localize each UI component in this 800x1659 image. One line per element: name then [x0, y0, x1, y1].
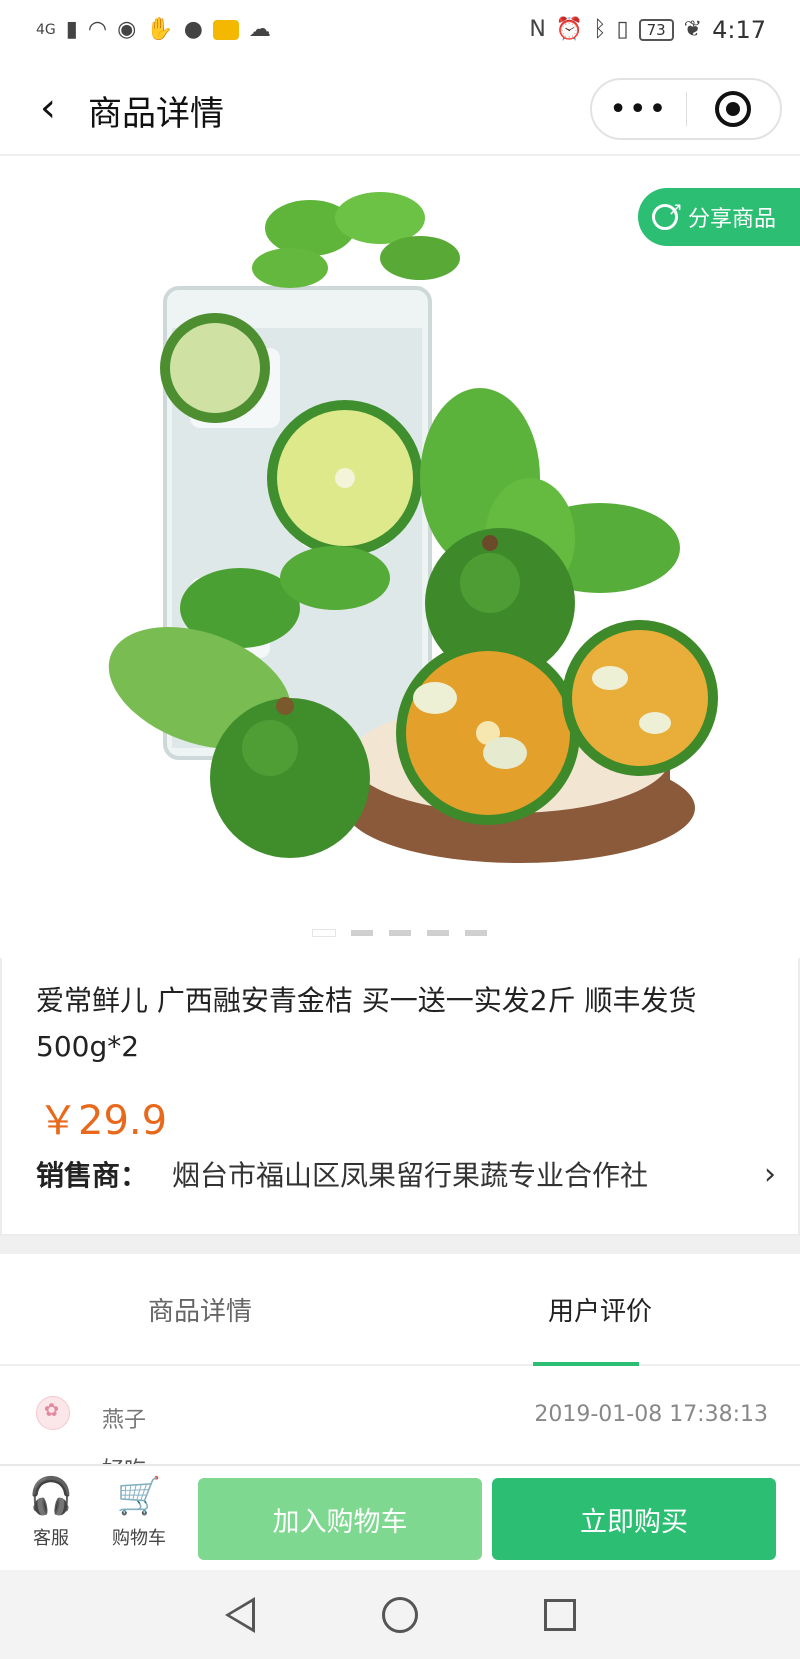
carousel-dot[interactable] [465, 930, 487, 936]
chat-icon: ● [183, 17, 203, 42]
add-to-cart-button[interactable]: 加入购物车 [198, 1478, 482, 1560]
section-divider [0, 1236, 800, 1254]
system-home-button[interactable] [380, 1595, 420, 1635]
tab-product-details[interactable]: 商品详情 [0, 1254, 400, 1364]
battery-indicator: 73 [638, 19, 674, 41]
share-product-button[interactable]: 分享商品 [638, 188, 800, 246]
hand-icon: ✋ [146, 17, 174, 42]
vibrate-icon: ▯ [616, 17, 629, 42]
status-left: 4G ▮ ◠ ◉ ✋ ● ☁ [36, 19, 271, 41]
tab-user-reviews[interactable]: 用户评价 [400, 1254, 800, 1366]
customer-service-button[interactable]: 🎧 客服 [16, 1474, 86, 1564]
more-dots-icon: ••• [609, 91, 669, 127]
home-circle-icon [382, 1596, 418, 1633]
review-text: 好吃 [102, 1452, 146, 1464]
signal-icon: 4G [36, 22, 56, 38]
wifi-icon: ◠ [87, 17, 108, 42]
product-image [108, 192, 718, 863]
miniprogram-capsule: ••• [590, 78, 782, 140]
message-icon: ☁ [248, 17, 271, 42]
mail-icon [212, 20, 239, 40]
chevron-left-icon: ‹ [40, 85, 56, 131]
product-image-carousel[interactable]: 分享商品 [0, 158, 800, 958]
page-title: 商品详情 [88, 94, 224, 134]
status-right: N ⏰ ᛒ ▯ 73 ❦ 4:17 [529, 16, 766, 44]
bluetooth-icon: ᛒ [593, 17, 607, 42]
headset-icon: 🎧 [28, 1476, 74, 1517]
alarm-icon: ⏰ [555, 17, 584, 42]
review-date: 2019-01-08 17:38:13 [534, 1402, 768, 1427]
status-bar: 4G ▮ ◠ ◉ ✋ ● ☁ N ⏰ ᛒ ▯ 73 ❦ 4:17 [0, 0, 800, 60]
product-title: 爱常鲜儿 广西融安青金桔 买一送一实发2斤 顺丰发货 500g*2 [36, 984, 697, 1063]
share-icon [652, 199, 683, 230]
cart-label: 购物车 [112, 1528, 166, 1549]
carousel-indicator [0, 930, 800, 936]
system-navigation-bar [0, 1570, 800, 1659]
seller-row[interactable]: 销售商： 烟台市福山区凤果留行果蔬专业合作社 › [36, 1154, 776, 1194]
product-info-card: 爱常鲜儿 广西融安青金桔 买一送一实发2斤 顺丰发货 500g*2 ￥29.9 … [0, 958, 800, 1236]
carousel-dot[interactable] [389, 930, 411, 936]
detail-tabs: 商品详情 用户评价 [0, 1254, 800, 1366]
avatar [36, 1396, 70, 1430]
close-miniprogram-button[interactable] [687, 80, 781, 138]
nav-bar: ‹ 商品详情 ••• [0, 60, 800, 156]
chevron-right-icon: › [764, 1156, 776, 1192]
seller-label: 销售商： [36, 1159, 149, 1192]
buy-now-button[interactable]: 立即购买 [492, 1478, 776, 1560]
carousel-dot[interactable] [427, 930, 449, 936]
system-recents-button[interactable] [540, 1595, 580, 1635]
system-back-button[interactable] [220, 1595, 260, 1635]
carousel-dot[interactable] [313, 930, 335, 936]
cart-icon: 🛒 [116, 1476, 162, 1517]
clock: 4:17 [712, 16, 766, 44]
target-icon [715, 91, 752, 127]
product-price: ￥29.9 [38, 1098, 168, 1144]
review-item: 燕子 2019-01-08 17:38:13 好吃 [0, 1368, 800, 1464]
bottom-action-bar: 🎧 客服 🛒 购物车 加入购物车 立即购买 [0, 1464, 800, 1570]
signal-bars-icon: ▮ [65, 17, 78, 42]
back-triangle-icon [225, 1596, 255, 1633]
leaf-icon: ❦ [683, 17, 703, 42]
cart-button[interactable]: 🛒 购物车 [104, 1474, 174, 1564]
back-button[interactable]: ‹ [28, 82, 68, 134]
seller-name: 烟台市福山区凤果留行果蔬专业合作社 [172, 1159, 649, 1192]
share-label: 分享商品 [688, 207, 777, 232]
eye-icon: ◉ [117, 17, 137, 42]
recents-square-icon [544, 1598, 576, 1631]
customer-service-label: 客服 [33, 1528, 69, 1549]
review-username: 燕子 [102, 1408, 147, 1433]
nfc-icon: N [529, 17, 546, 42]
carousel-dot[interactable] [351, 930, 373, 936]
more-button[interactable]: ••• [592, 80, 686, 138]
